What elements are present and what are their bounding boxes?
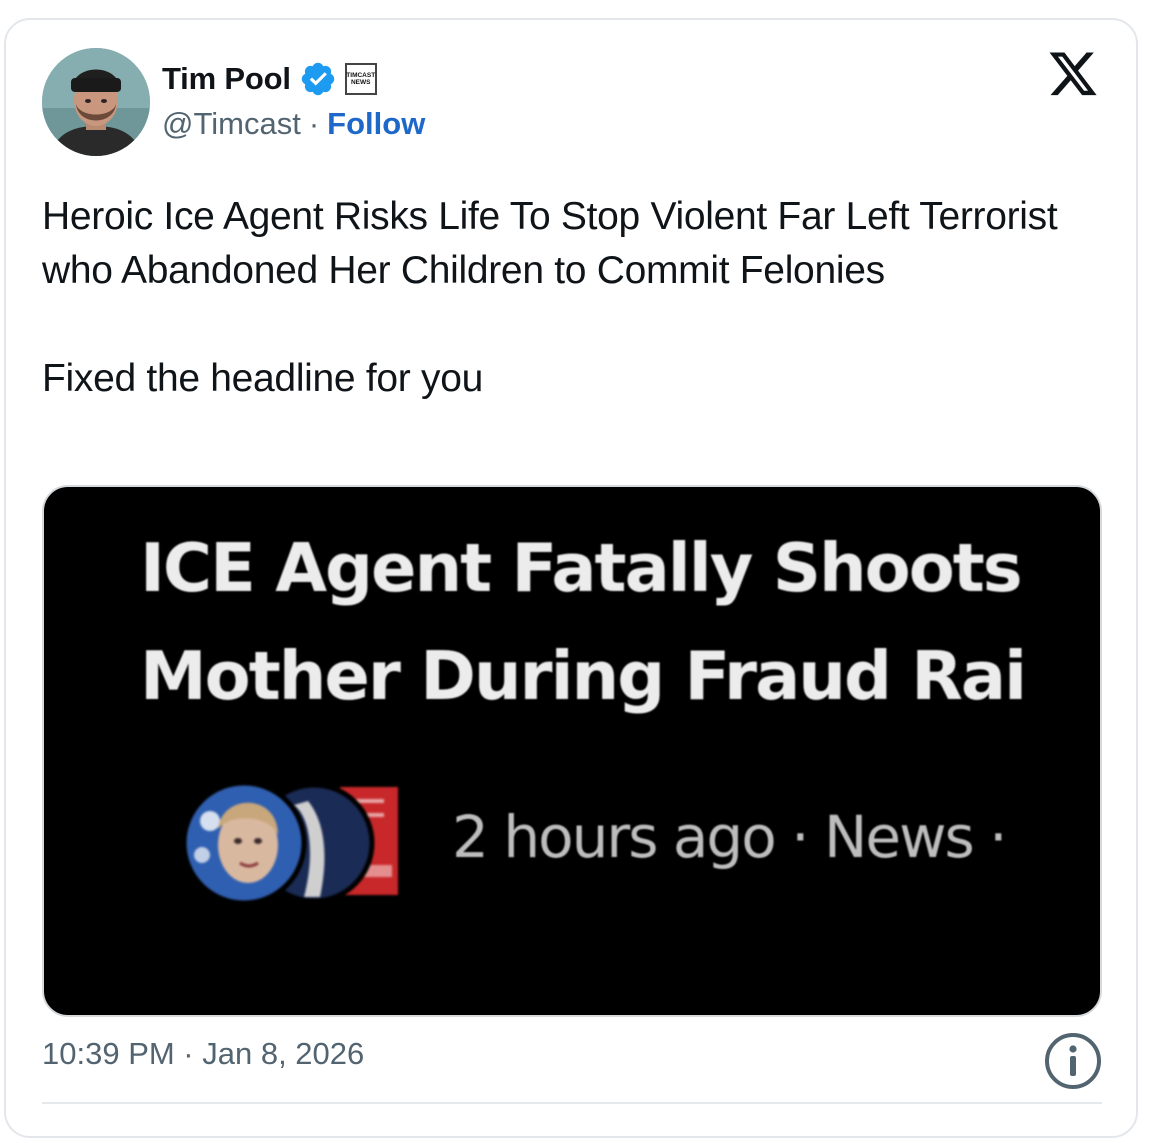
avatar[interactable] xyxy=(42,48,150,156)
media-headline-line-1: ICE Agent Fatally Shoots xyxy=(140,529,1023,607)
separator-dot: · xyxy=(308,106,320,141)
affiliate-badge-line2: NEWS xyxy=(350,79,371,86)
author-handle-row: @Timcast · Follow xyxy=(162,106,425,142)
source-avatars xyxy=(144,779,414,909)
verified-badge-icon xyxy=(299,60,337,98)
media-headline-line-2: Mother During Fraud Rai xyxy=(140,637,1027,715)
affiliate-badge-icon[interactable]: TIMCAST NEWS xyxy=(344,63,377,95)
author-name[interactable]: Tim Pool xyxy=(162,61,291,97)
footer-divider xyxy=(42,1102,1102,1104)
media-meta-line: 2 hours ago · News · xyxy=(452,803,1008,871)
tweet-timestamp[interactable]: 10:39 PM · Jan 8, 2026 xyxy=(42,1036,364,1072)
author-name-row: Tim Pool TIMCAST NEWS xyxy=(162,56,377,102)
tweet-text: Heroic Ice Agent Risks Life To Stop Viol… xyxy=(42,190,1112,406)
x-logo-icon[interactable] xyxy=(1046,52,1100,100)
tweet-text-paragraph-2: Fixed the headline for you xyxy=(42,357,483,400)
follow-button[interactable]: Follow xyxy=(327,106,425,142)
tweet-text-paragraph-1: Heroic Ice Agent Risks Life To Stop Viol… xyxy=(42,195,1058,292)
author-handle[interactable]: @Timcast xyxy=(162,106,301,142)
affiliate-badge-line1: TIMCAST xyxy=(346,72,376,79)
tweet-media-image[interactable]: ICE Agent Fatally Shoots Mother During F… xyxy=(42,485,1102,1017)
info-icon[interactable] xyxy=(1044,1032,1102,1090)
